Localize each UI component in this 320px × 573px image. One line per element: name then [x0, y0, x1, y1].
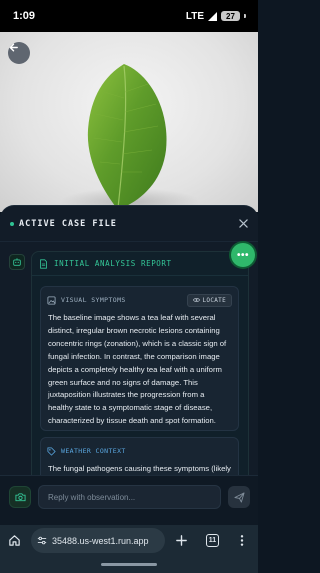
visual-symptoms-header: VISUAL SYMPTOMS LOCATE [41, 290, 238, 310]
site-settings-icon[interactable] [37, 536, 47, 545]
image-icon [47, 295, 56, 305]
tag-icon [47, 446, 56, 456]
report-title: INITIAL ANALYSIS REPORT [54, 259, 172, 268]
status-bar: 1:09 LTE 27 [0, 0, 258, 32]
status-indicators: LTE 27 [186, 11, 246, 22]
close-icon [239, 218, 248, 228]
url-text: 35488.us-west1.run.app [52, 535, 149, 546]
more-horizontal-icon: ••• [236, 249, 249, 261]
tab-count: 11 [208, 537, 217, 544]
arrow-left-icon [9, 43, 18, 52]
gesture-navigation-bar [0, 556, 258, 573]
camera-icon [14, 493, 26, 502]
address-bar[interactable]: 35488.us-west1.run.app [31, 528, 165, 553]
tab-switcher-button[interactable]: 11 [206, 534, 219, 547]
status-time: 1:09 [13, 10, 36, 22]
live-indicator [10, 221, 14, 226]
weather-context-label: WEATHER CONTEXT [61, 447, 126, 455]
plus-icon[interactable] [175, 534, 188, 547]
send-button[interactable] [228, 486, 250, 508]
document-icon [40, 258, 47, 269]
more-options-button[interactable]: ••• [231, 243, 255, 267]
battery-level: 27 [221, 11, 240, 21]
bot-icon [13, 258, 21, 266]
eye-icon [192, 298, 200, 302]
network-type: LTE [185, 10, 204, 22]
assistant-avatar [9, 254, 25, 270]
reply-input[interactable] [38, 485, 221, 509]
gesture-handle[interactable] [101, 563, 157, 566]
back-button[interactable] [8, 42, 30, 64]
sheet-header: ACTIVE CASE FILE [0, 206, 258, 242]
home-icon[interactable] [8, 534, 21, 547]
more-vertical-icon[interactable] [239, 534, 245, 547]
locate-button[interactable]: LOCATE [186, 293, 232, 307]
sheet-title: ACTIVE CASE FILE [19, 218, 117, 229]
visual-symptoms-label: VISUAL SYMPTOMS [61, 296, 126, 304]
weather-context-header: WEATHER CONTEXT [41, 441, 238, 461]
signal-icon [208, 11, 217, 21]
leaf-image [0, 32, 258, 212]
visual-symptoms-text: The baseline image shows a tea leaf with… [48, 313, 227, 426]
camera-button[interactable] [9, 486, 31, 508]
battery-icon [244, 14, 246, 18]
browser-toolbar: 35488.us-west1.run.app 11 [0, 525, 258, 556]
close-button[interactable] [239, 217, 248, 231]
locate-label: LOCATE [202, 296, 226, 304]
visual-symptoms-section: VISUAL SYMPTOMS LOCATE The baseline imag… [40, 286, 239, 431]
report-header: INITIAL ANALYSIS REPORT [32, 252, 248, 276]
reply-bar [0, 475, 258, 525]
tea-leaf-illustration [60, 64, 200, 212]
send-icon [233, 491, 245, 503]
